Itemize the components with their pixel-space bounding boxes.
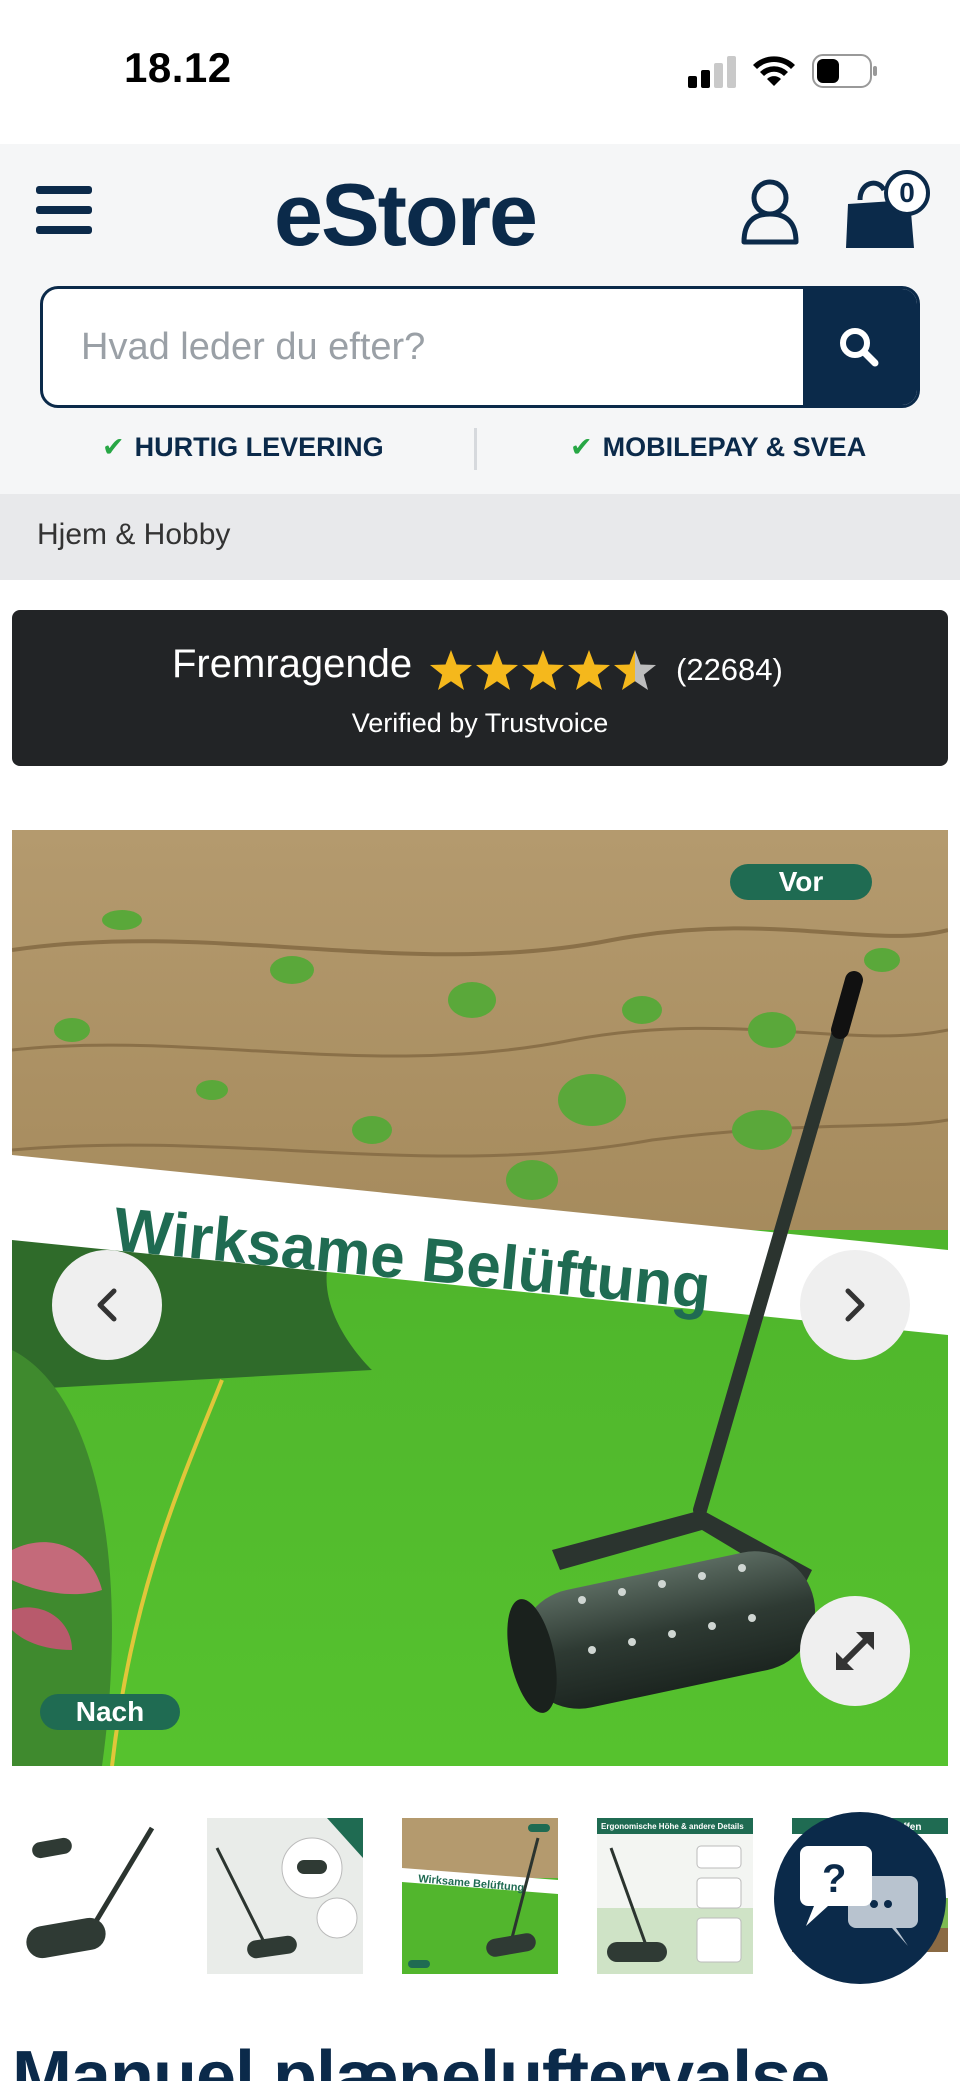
search-bar [40,286,920,408]
thumbnail-item[interactable]: Ergonomische Höhe & andere Details [597,1818,753,1974]
usp-fast-delivery: ✔ HURTIG LEVERING [102,432,384,462]
before-badge: Vor [730,864,872,900]
thumb-roller-dimensions [207,1818,363,1974]
trust-verified-text: Verified by Trustvoice [351,708,609,738]
chevron-right-icon [845,1288,865,1322]
cart-count-badge[interactable]: 0 [884,170,930,216]
search-input[interactable] [43,289,807,405]
thumb-caption: Ergonomische Höhe & andere Details [601,1822,744,1831]
svg-text:?: ? [822,1857,846,1901]
cellular-signal-icon [688,56,738,88]
usp-row: ✔ HURTIG LEVERING ✔ MOBILEPAY & SVEA [0,424,960,478]
battery-icon [812,54,877,88]
wifi-icon [753,56,795,86]
check-icon: ✔ [570,432,593,462]
status-bar: 18.12 [0,0,960,144]
status-time: 18.12 [124,44,232,91]
product-image-carousel[interactable]: Wirksame Belüftung Vor Nach [12,830,948,1766]
check-icon: ✔ [102,432,125,462]
search-icon [840,328,879,367]
chevron-left-icon [97,1288,117,1322]
search-button[interactable] [803,289,917,405]
thumbnail-item[interactable] [12,1818,168,1974]
usp-divider [474,428,477,470]
carousel-next-button[interactable] [800,1250,910,1360]
product-title: Manuel plæneluftervalse [12,2037,830,2081]
chat-support-button[interactable]: ? [774,1812,946,1984]
thumb-roller-white [12,1818,168,1974]
store-logo[interactable]: eStore [274,164,538,266]
thumb-ergonomic-details: Ergonomische Höhe & andere Details [597,1818,753,1974]
expand-icon [836,1632,874,1670]
thumb-lawn-banner: Wirksame Belüftung [402,1818,558,1974]
site-header: eStore 0 ✔HURTIG LEVERING ✔MOBILEPAY & S… [0,144,960,494]
usp-payment: ✔ MOBILEPAY & SVEA [570,432,867,462]
breadcrumb: Hjem & Hobby [0,494,960,580]
trust-rating-banner[interactable]: Fremragende (22684) Verified by Trustvoi… [12,610,948,766]
thumbnail-item[interactable]: Wirksame Belüftung [402,1818,558,1974]
carousel-prev-button[interactable] [52,1250,162,1360]
thumbnail-item[interactable] [207,1818,363,1974]
star-rating-icon [430,650,656,690]
trust-label: Fremragende [172,642,413,686]
breadcrumb-link[interactable]: Hjem & Hobby [37,518,230,552]
review-count: (22684) [676,652,783,687]
chat-bubbles-icon: ? [800,1846,918,1946]
fullscreen-button[interactable] [800,1596,910,1706]
hamburger-menu-icon[interactable] [36,186,92,236]
user-account-icon[interactable] [740,178,800,246]
after-badge: Nach [40,1694,180,1730]
